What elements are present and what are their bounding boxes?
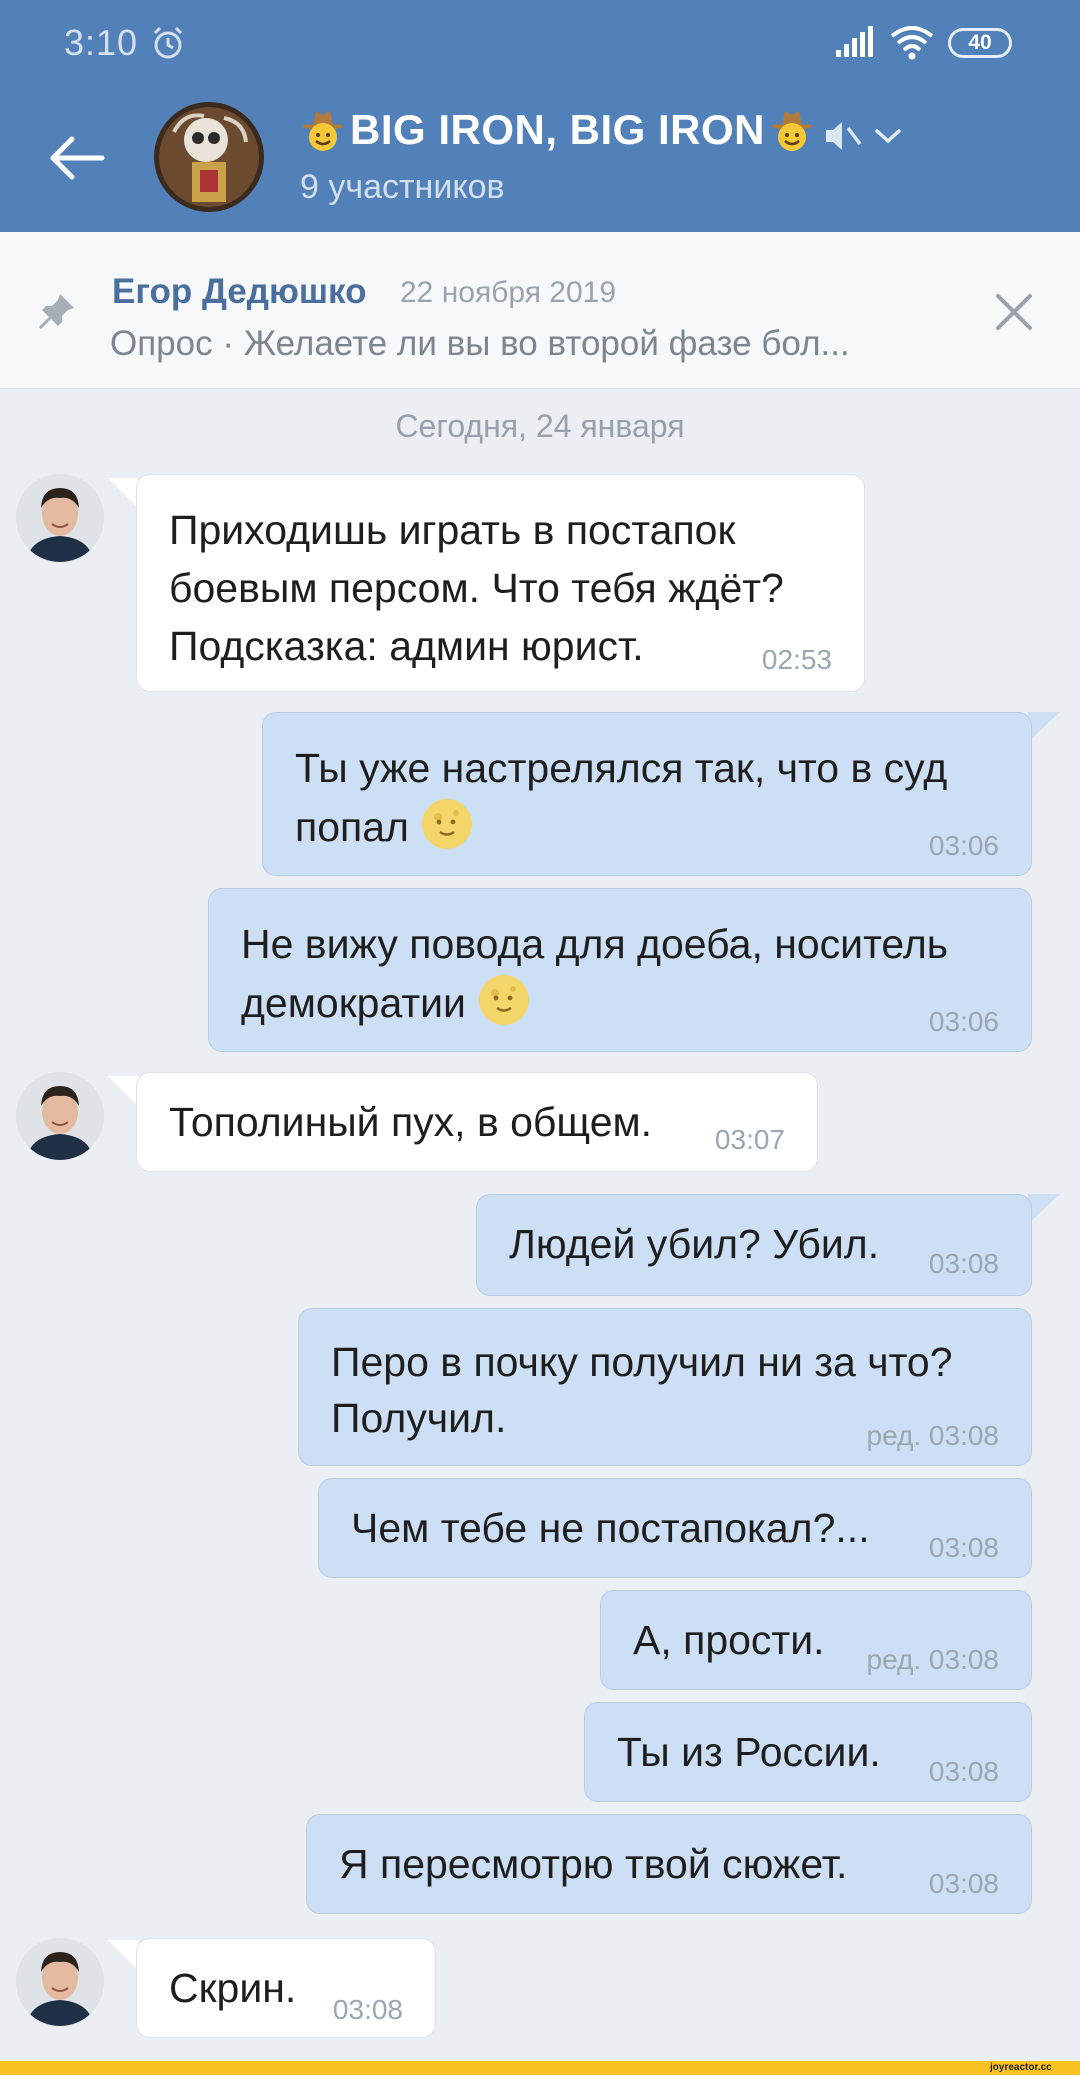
chat-header: 3:10 40 BIG IRON, BIG IRON 9 участников [0, 0, 1080, 232]
chat-avatar-image [154, 102, 264, 212]
message-time: 03:07 [714, 1124, 785, 1155]
pinned-text: Опрос · Желаете ли вы во второй фазе бол… [110, 324, 850, 363]
message-time: 03:08 [928, 1756, 999, 1787]
bubble-tail [1028, 1194, 1060, 1224]
chat-avatar[interactable] [154, 102, 264, 212]
bubble-tail [108, 478, 138, 508]
message-text: демократии [241, 973, 531, 1032]
message-time: 03:06 [928, 830, 999, 861]
user-photo [16, 1072, 104, 1160]
chat-title-text: BIG IRON, BIG IRON [350, 106, 766, 153]
message-text: Чем тебе не постапокал?... [351, 1505, 870, 1551]
alarm-icon [153, 26, 183, 59]
message-bubble-outgoing[interactable]: Чем тебе не постапокал?... 03:08 [318, 1478, 1032, 1578]
moon-face-emoji-icon [479, 975, 530, 1025]
message-bubble-outgoing[interactable]: Перо в почку получил ни за что? Получил.… [298, 1308, 1032, 1466]
message-time: 03:08 [928, 1248, 999, 1279]
message-bubble-incoming[interactable]: Тополиный пух, в общем. 03:07 [136, 1072, 818, 1172]
avatar[interactable] [16, 1938, 104, 2026]
message-bubble-incoming[interactable]: Скрин. 03:08 [136, 1938, 436, 2038]
message-text: Ты уже настрелялся так, что в суд [295, 745, 948, 791]
message-text: Приходишь играть в постапок [169, 507, 736, 553]
date-separator: Сегодня, 24 января [395, 408, 685, 444]
pin-icon [38, 294, 74, 330]
message-text: Тополиный пух, в общем. [169, 1099, 653, 1145]
message-text: Я пересмотрю твой сюжет. [339, 1841, 848, 1887]
user-photo [16, 474, 104, 562]
message-time: ред. 03:08 [866, 1644, 1000, 1675]
bubble-tail [1028, 712, 1060, 742]
message-text: Не вижу повода для доеба, носитель [241, 921, 949, 967]
message-text: А, прости. [633, 1617, 825, 1663]
wifi-icon [890, 26, 934, 60]
message-time: 03:08 [332, 1994, 403, 2025]
avatar[interactable] [16, 1072, 104, 1160]
message-text: Скрин. [169, 1965, 297, 2011]
pinned-date: 22 ноября 2019 [400, 276, 617, 309]
message-time: 03:08 [928, 1868, 999, 1899]
message-text: Подсказка: админ юрист. [169, 623, 644, 669]
muted-icon [826, 122, 862, 150]
message-bubble-outgoing[interactable]: А, прости. ред. 03:08 [600, 1590, 1032, 1690]
pinned-message[interactable]: Егор Дедюшко 22 ноября 2019 Опрос · Жела… [0, 232, 1080, 389]
bubble-tail [108, 1940, 138, 1970]
status-time: 3:10 [64, 22, 139, 63]
message-text: попал [295, 797, 474, 856]
message-time: 03:06 [928, 1006, 999, 1037]
message-text-part: попал [295, 804, 409, 850]
back-arrow-icon[interactable] [48, 134, 106, 182]
message-bubble-incoming[interactable]: Приходишь играть в постапок боевым персо… [136, 474, 865, 692]
cowboy-emoji-icon [302, 111, 344, 151]
message-bubble-outgoing[interactable]: Ты из России. 03:08 [584, 1702, 1032, 1802]
chevron-down-icon[interactable] [874, 126, 902, 146]
message-time: ред. 03:08 [866, 1420, 1000, 1451]
avatar[interactable] [16, 474, 104, 562]
watermark-text: joyreactor.cc [990, 2062, 1052, 2073]
user-photo [16, 1938, 104, 2026]
participants-count[interactable]: 9 участников [300, 168, 505, 207]
message-bubble-outgoing[interactable]: Людей убил? Убил. 03:08 [476, 1194, 1032, 1296]
pinned-author: Егор Дедюшко [112, 272, 367, 311]
battery-indicator: 40 [948, 28, 1012, 58]
moon-face-emoji-icon [422, 799, 473, 849]
message-text: Получил. [331, 1395, 507, 1441]
message-text: Ты из России. [617, 1729, 881, 1775]
signal-icon [836, 26, 873, 57]
cowboy-emoji-icon [771, 111, 814, 151]
message-bubble-outgoing[interactable]: Я пересмотрю твой сюжет. 03:08 [306, 1814, 1032, 1914]
close-icon[interactable] [994, 292, 1034, 332]
bubble-tail [108, 1076, 138, 1106]
message-text: Людей убил? Убил. [509, 1221, 880, 1267]
message-text: Перо в почку получил ни за что? [331, 1339, 953, 1385]
message-text: боевым персом. Что тебя ждёт? [169, 565, 784, 611]
message-text-part: демократии [241, 980, 466, 1026]
message-bubble-outgoing[interactable]: Ты уже настрелялся так, что в суд попал … [262, 712, 1032, 876]
message-time: 03:08 [928, 1532, 999, 1563]
watermark-bar [0, 2061, 1080, 2075]
chat-title[interactable]: BIG IRON, BIG IRON [300, 106, 815, 154]
message-bubble-outgoing[interactable]: Не вижу повода для доеба, носитель демок… [208, 888, 1032, 1052]
message-time: 02:53 [761, 644, 832, 675]
